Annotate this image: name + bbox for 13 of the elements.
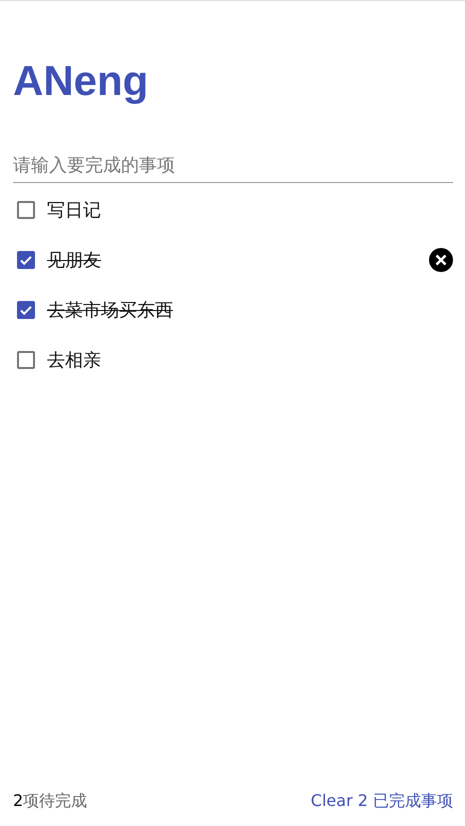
todo-text: 去相亲 bbox=[47, 349, 101, 372]
clear-completed-link[interactable]: Clear 2 已完成事项 bbox=[310, 791, 453, 812]
todo-text: 见朋友 bbox=[47, 249, 101, 272]
remaining-label: 项待完成 bbox=[23, 791, 88, 810]
todo-text: 写日记 bbox=[47, 199, 101, 222]
checkbox[interactable] bbox=[17, 251, 35, 269]
checkbox[interactable] bbox=[17, 351, 35, 369]
todo-text: 去菜市场买东西 bbox=[47, 299, 173, 322]
checkbox[interactable] bbox=[17, 201, 35, 219]
close-icon[interactable] bbox=[429, 248, 453, 272]
app-title: ANeng bbox=[13, 57, 150, 105]
checkbox[interactable] bbox=[17, 301, 35, 319]
remaining-count: 2 bbox=[13, 791, 24, 810]
